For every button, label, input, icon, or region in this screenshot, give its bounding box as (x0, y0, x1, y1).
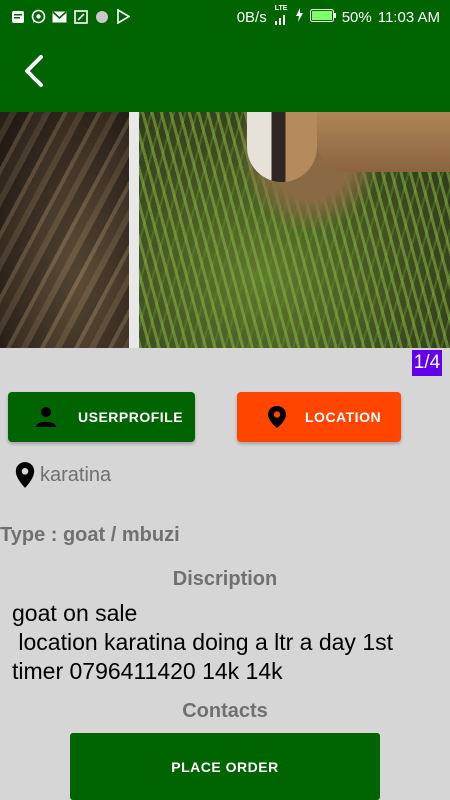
location-pin-icon (268, 406, 286, 428)
location-text: karatina (40, 463, 112, 486)
charging-icon (295, 8, 304, 26)
location-label: LOCATION (305, 409, 382, 425)
gmail-icon (52, 9, 67, 24)
clock: 11:03 AM (377, 8, 440, 26)
screenshot-icon (73, 9, 88, 24)
contacts-heading: Contacts (182, 700, 268, 722)
battery-icon (309, 8, 336, 26)
back-button[interactable] (14, 51, 54, 91)
goat-photo-previous[interactable] (0, 112, 129, 348)
status-bar: 0B/s LTE 50% 11:03 AM (0, 0, 450, 35)
image-counter: 1/4 (412, 350, 442, 376)
description-heading: Discription (172, 568, 278, 590)
person-icon (36, 407, 56, 427)
location-pin-icon (15, 462, 35, 488)
animal-type: Type : goat / mbuzi (0, 524, 180, 546)
place-order-button[interactable]: PLACE ORDER (70, 733, 380, 800)
circle-icon (94, 9, 109, 24)
user-profile-button[interactable]: USERPROFILE (8, 392, 195, 442)
signal-icon: LTE (273, 5, 289, 25)
arrow-back-icon (25, 55, 43, 87)
app-bar (0, 35, 450, 112)
network-type-label: LTE (274, 4, 288, 12)
listing-location: karatina (14, 460, 111, 490)
message-icon (10, 9, 25, 24)
whatsapp-icon (31, 9, 46, 24)
goat-photo[interactable] (139, 112, 450, 348)
location-button[interactable]: LOCATION (237, 392, 401, 442)
image-gallery[interactable] (0, 112, 450, 348)
description-text: goat on sale location karatina doing a l… (12, 600, 394, 684)
user-profile-label: USERPROFILE (78, 409, 184, 425)
net-speed: 0B/s (236, 8, 267, 26)
battery-percent: 50% (341, 8, 372, 26)
play-store-icon (115, 9, 130, 24)
